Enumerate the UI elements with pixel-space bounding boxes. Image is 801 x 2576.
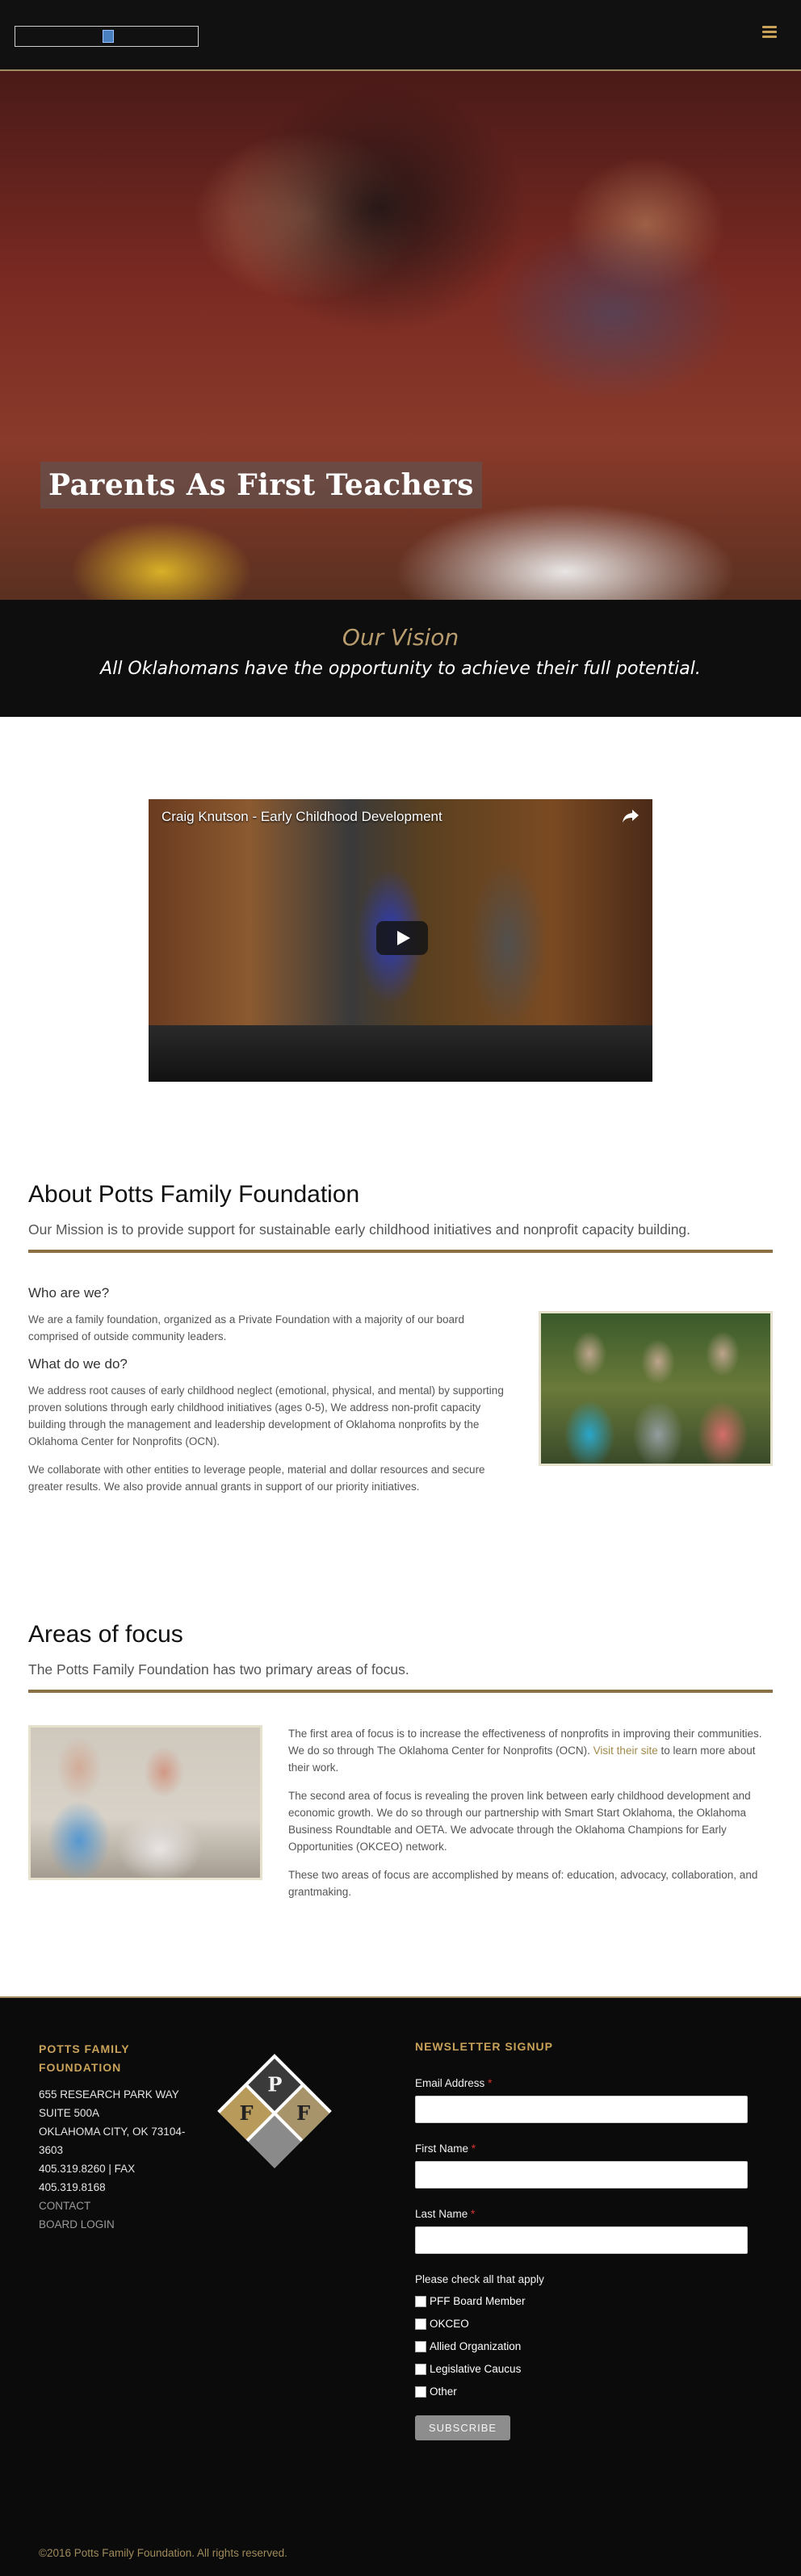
mission-statement: Our Mission is to provide support for su… xyxy=(28,1221,691,1238)
checkbox-other[interactable]: Other xyxy=(415,2385,754,2398)
who-text: We are a family foundation, organized as… xyxy=(28,1313,465,1342)
last-name-field[interactable] xyxy=(415,2226,748,2254)
site-footer: POTTS FAMILY FOUNDATION 655 RESEARCH PAR… xyxy=(0,1996,801,2576)
logo-letter-f-right: F xyxy=(296,2101,311,2125)
fax-number: 405.319.8168 xyxy=(39,2181,106,2193)
footer-brand-title: POTTS FAMILY FOUNDATION xyxy=(39,2042,130,2074)
email-field[interactable] xyxy=(415,2096,748,2123)
address-line-1: 655 RESEARCH PARK WAY xyxy=(39,2088,179,2101)
video-title[interactable]: Craig Knutson - Early Childhood Developm… xyxy=(161,809,442,825)
section-divider xyxy=(28,1250,773,1253)
checkbox-legislative-caucus[interactable]: Legislative Caucus xyxy=(415,2363,754,2375)
checkbox-icon[interactable] xyxy=(415,2340,426,2352)
checkbox-pff-board-member[interactable]: PFF Board Member xyxy=(415,2295,754,2307)
embedded-video-player[interactable]: Craig Knutson - Early Childhood Developm… xyxy=(149,799,652,1082)
checkbox-group-title: Please check all that apply xyxy=(415,2273,544,2285)
video-section: Craig Knutson - Early Childhood Developm… xyxy=(0,717,801,1137)
site-logo-link[interactable] xyxy=(15,26,199,47)
checkbox-icon[interactable] xyxy=(415,2385,426,2398)
hero-title-box: Parents As First Teachers xyxy=(40,462,482,509)
play-icon[interactable] xyxy=(376,921,428,955)
address-line-2: SUITE 500A xyxy=(39,2107,100,2119)
foundation-logo: P F F xyxy=(217,2054,332,2168)
family-photo xyxy=(539,1311,773,1466)
footer-contact-block: POTTS FAMILY FOUNDATION 655 RESEARCH PAR… xyxy=(39,2040,192,2234)
vision-section: Our Vision All Oklahomans have the oppor… xyxy=(0,600,801,717)
focus-title: Areas of focus xyxy=(28,1621,183,1648)
checkbox-icon[interactable] xyxy=(415,2318,426,2330)
copyright-text: ©2016 Potts Family Foundation. All right… xyxy=(39,2547,287,2559)
collaborate-text: We collaborate with other entities to le… xyxy=(28,1464,485,1493)
phone-number: 405.319.8260 | FAX xyxy=(39,2163,136,2175)
address-line-3: OKLAHOMA CITY, OK 73104-3603 xyxy=(39,2126,186,2156)
what-heading: What do we do? xyxy=(28,1356,128,1372)
broken-image-icon xyxy=(103,30,114,43)
focus-paragraph-2: The second area of focus is revealing th… xyxy=(288,1790,751,1853)
hero-banner: Parents As First Teachers xyxy=(0,71,801,600)
what-text: We address root causes of early childhoo… xyxy=(28,1384,504,1447)
hamburger-menu-icon[interactable] xyxy=(762,26,777,39)
checkbox-icon[interactable] xyxy=(415,2363,426,2375)
subscribe-button[interactable]: SUBSCRIBE xyxy=(415,2415,510,2440)
last-name-label: Last Name * xyxy=(415,2208,476,2220)
who-heading: Who are we? xyxy=(28,1285,110,1301)
email-label: Email Address * xyxy=(415,2077,493,2089)
focus-subtitle: The Potts Family Foundation has two prim… xyxy=(28,1661,409,1678)
visit-site-link[interactable]: Visit their site xyxy=(593,1745,658,1757)
share-icon[interactable] xyxy=(622,809,640,823)
top-navigation-bar xyxy=(0,0,801,71)
video-thumbnail-floor xyxy=(149,1025,652,1082)
grandparent-baby-photo xyxy=(28,1725,262,1880)
focus-section: Areas of focus The Potts Family Foundati… xyxy=(0,1621,801,1996)
vision-statement: All Oklahomans have the opportunity to a… xyxy=(100,659,701,679)
newsletter-title: NEWSLETTER SIGNUP xyxy=(415,2040,554,2053)
checkbox-icon[interactable] xyxy=(415,2295,426,2307)
hero-title: Parents As First Teachers xyxy=(48,468,474,502)
newsletter-signup-form: NEWSLETTER SIGNUP Email Address * First … xyxy=(415,2040,754,2440)
checkbox-allied-organization[interactable]: Allied Organization xyxy=(415,2340,754,2352)
first-name-field[interactable] xyxy=(415,2161,748,2189)
vision-heading: Our Vision xyxy=(342,624,459,651)
contact-link[interactable]: CONTACT xyxy=(39,2197,192,2215)
about-section: About Potts Family Foundation Our Missio… xyxy=(0,1137,801,1621)
logo-letter-p: P xyxy=(267,2072,283,2096)
focus-paragraph-1: The first area of focus is to increase t… xyxy=(288,1728,762,1774)
focus-paragraph-3: These two areas of focus are accomplishe… xyxy=(288,1869,758,1898)
section-divider xyxy=(28,1690,773,1693)
checkbox-okceo[interactable]: OKCEO xyxy=(415,2318,754,2330)
first-name-label: First Name * xyxy=(415,2142,476,2155)
board-login-link[interactable]: BOARD LOGIN xyxy=(39,2215,192,2234)
logo-letter-f-left: F xyxy=(239,2101,254,2125)
about-title: About Potts Family Foundation xyxy=(28,1181,360,1208)
